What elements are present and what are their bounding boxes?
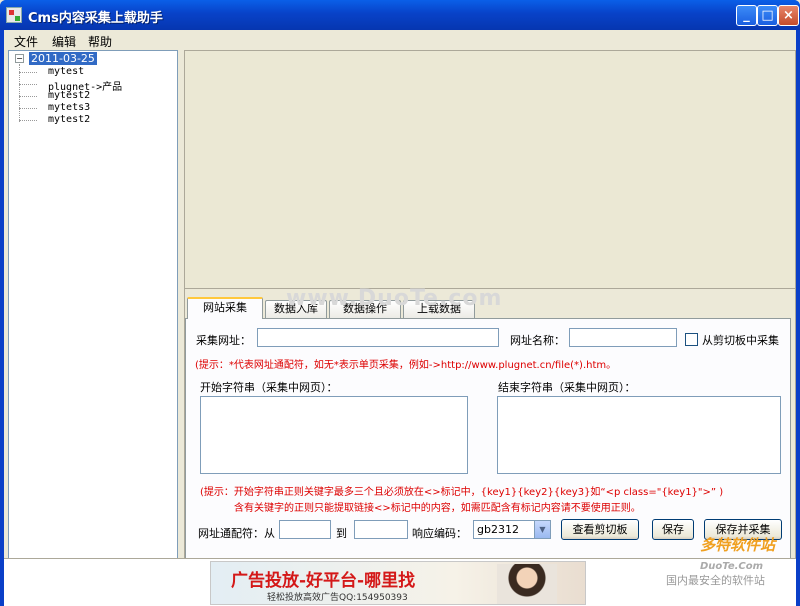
watermark-site: DuoTe.Com	[700, 561, 764, 572]
regex-hint-line1: (提示：开始字符串正则关键字最多三个且必须放在<>标记中，{key1}{key2…	[200, 487, 724, 498]
view-clipboard-button[interactable]: 查看剪切板	[561, 519, 639, 540]
encoding-value: gb2312	[477, 523, 519, 536]
menu-bar: 文件 编辑 帮助	[4, 30, 796, 50]
preview-panel	[185, 51, 795, 289]
ad-person-image	[497, 564, 557, 604]
tree-connector	[19, 72, 37, 73]
tree-node-label[interactable]: mytets3	[48, 102, 90, 113]
menu-edit[interactable]: 编辑	[52, 33, 76, 50]
regex-hint-line2: 含有关键字的正则只能提取链接<>标记中的内容，如需匹配含有标记内容请不要使用正则…	[234, 503, 641, 514]
app-window: Cms内容采集上载助手 _ □ × 文件 编辑 帮助 − 2011-03-25 …	[0, 0, 800, 606]
start-string-label: 开始字符串（采集中网页）：	[200, 381, 338, 394]
site-name-input[interactable]	[569, 328, 677, 347]
url-input[interactable]	[257, 328, 499, 347]
tree-node-label[interactable]: mytest	[48, 66, 84, 77]
menu-help[interactable]: 帮助	[88, 33, 112, 50]
end-string-input[interactable]	[497, 396, 781, 474]
save-button[interactable]: 保存	[652, 519, 694, 540]
clipboard-checkbox-label[interactable]: 从剪切板中采集	[702, 332, 779, 348]
tree-connector	[19, 108, 37, 109]
menu-file[interactable]: 文件	[14, 33, 38, 50]
tab-website-collect[interactable]: 网站采集	[187, 297, 263, 319]
chevron-down-icon[interactable]: ▼	[534, 521, 550, 538]
close-button[interactable]: ×	[778, 5, 799, 26]
wildcard-label: 网址通配符：从	[198, 527, 275, 540]
app-icon	[6, 7, 22, 23]
end-string-label: 结束字符串（采集中网页）：	[498, 381, 636, 394]
wildcard-to-input[interactable]	[354, 520, 408, 539]
window-title: Cms内容采集上载助手	[28, 11, 163, 26]
right-pane: 网站采集 数据入库 数据操作 上载数据 采集网址： 网址名称： 从剪切板中采集 …	[184, 50, 796, 588]
encoding-select[interactable]: gb2312 ▼	[473, 520, 551, 539]
collapse-icon[interactable]: −	[15, 54, 24, 63]
url-hint: (提示：*代表网址通配符，如无*表示单页采集，例如->http://www.pl…	[195, 360, 617, 371]
task-tree[interactable]: − 2011-03-25 mytest plugnet->产品 mytest2 …	[8, 50, 178, 588]
watermark-brand: 多特软件站 DuoTe.Com	[700, 534, 775, 573]
tree-connector	[19, 84, 37, 85]
tree-root-label[interactable]: 2011-03-25	[29, 52, 97, 65]
tree-connector	[19, 120, 37, 121]
watermark-tagline: 国内最安全的软件站	[666, 574, 765, 587]
tree-node-label[interactable]: mytest2	[48, 90, 90, 101]
site-name-label: 网址名称：	[510, 334, 565, 347]
ad-headline: 广告投放-好平台-哪里找	[231, 571, 416, 591]
clipboard-checkbox[interactable]	[685, 333, 698, 346]
wildcard-from-input[interactable]	[279, 520, 331, 539]
encoding-label: 响应编码：	[412, 527, 467, 540]
watermark-brand-text: 多特软件站	[700, 536, 776, 554]
ad-subline: 轻松投放高效广告QQ:154950393	[267, 593, 408, 603]
title-bar[interactable]: Cms内容采集上载助手 _ □ ×	[0, 0, 800, 30]
tree-node-label[interactable]: mytest2	[48, 114, 90, 125]
url-label: 采集网址：	[196, 334, 251, 347]
maximize-button[interactable]: □	[757, 5, 778, 26]
watermark-center: www.DuoTe.com	[286, 286, 503, 311]
tree-connector	[19, 96, 37, 97]
start-string-input[interactable]	[200, 396, 468, 474]
client-area: 文件 编辑 帮助 − 2011-03-25 mytest plugnet->产品…	[4, 30, 796, 606]
minimize-button[interactable]: _	[736, 5, 757, 26]
ad-banner[interactable]: 广告投放-好平台-哪里找 轻松投放高效广告QQ:154950393	[210, 561, 586, 605]
wildcard-to-label: 到	[336, 527, 347, 540]
